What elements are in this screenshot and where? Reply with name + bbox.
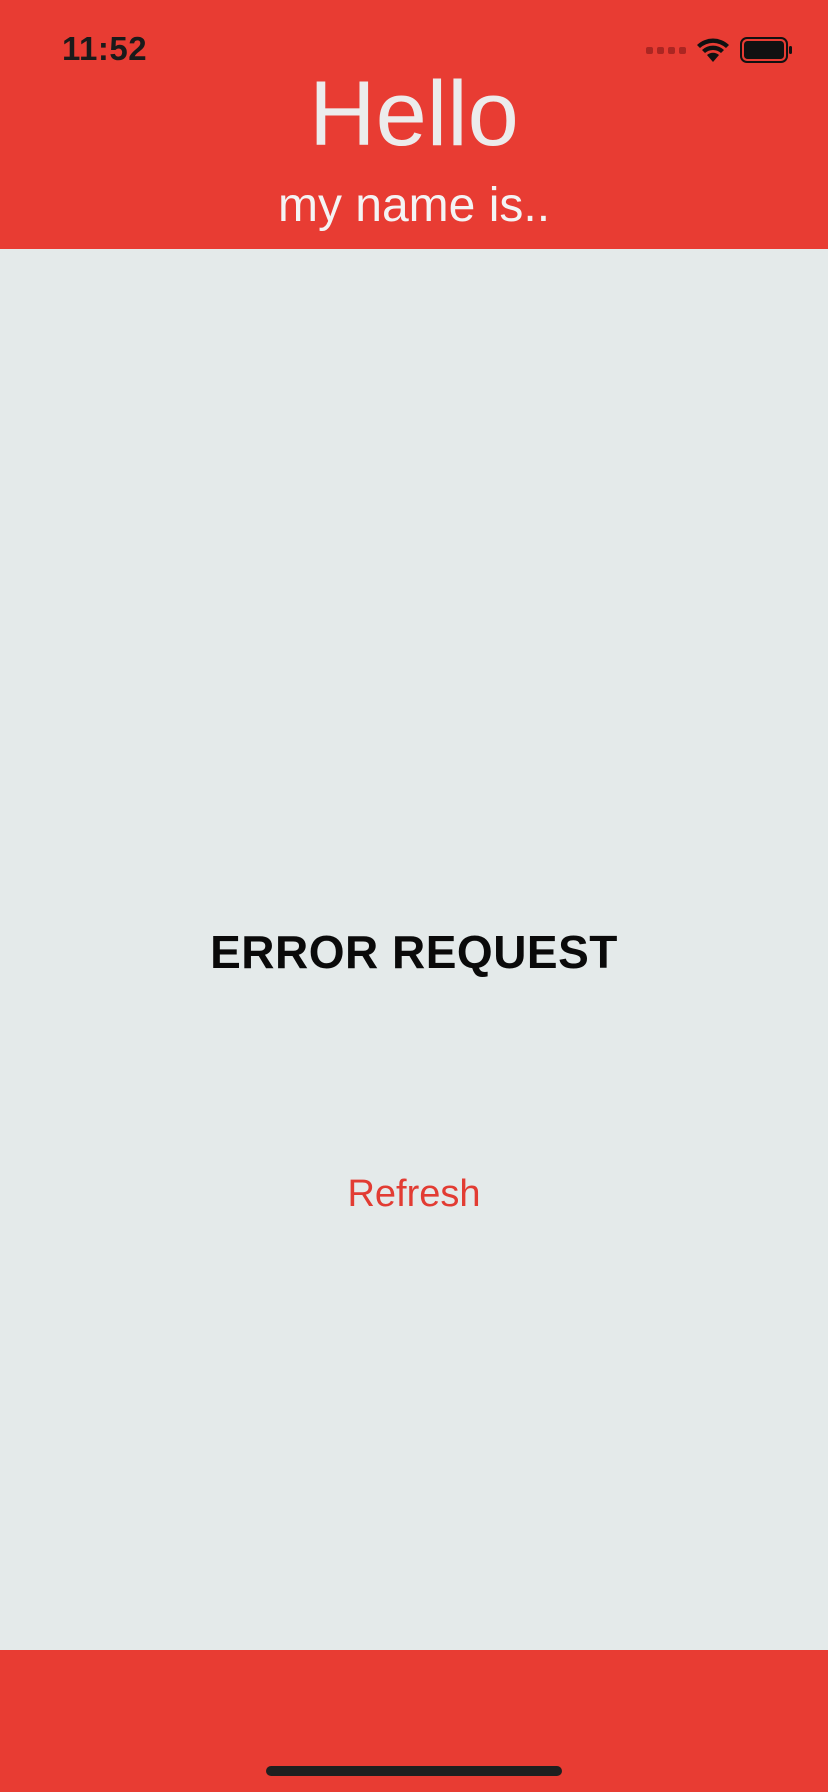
header-bar: 11:52 Hello my name is.. [0,0,828,249]
error-message: ERROR REQUEST [210,926,618,978]
header-title: Hello [309,63,519,165]
battery-icon [740,37,792,63]
app-screen: 11:52 Hello my name is.. ERROR REQUEST R… [0,0,828,1792]
home-indicator[interactable] [266,1766,562,1776]
header-subtitle: my name is.. [277,179,551,232]
refresh-button[interactable]: Refresh [314,1166,514,1222]
wifi-icon [697,38,729,62]
cellular-signal-icon [646,46,686,54]
